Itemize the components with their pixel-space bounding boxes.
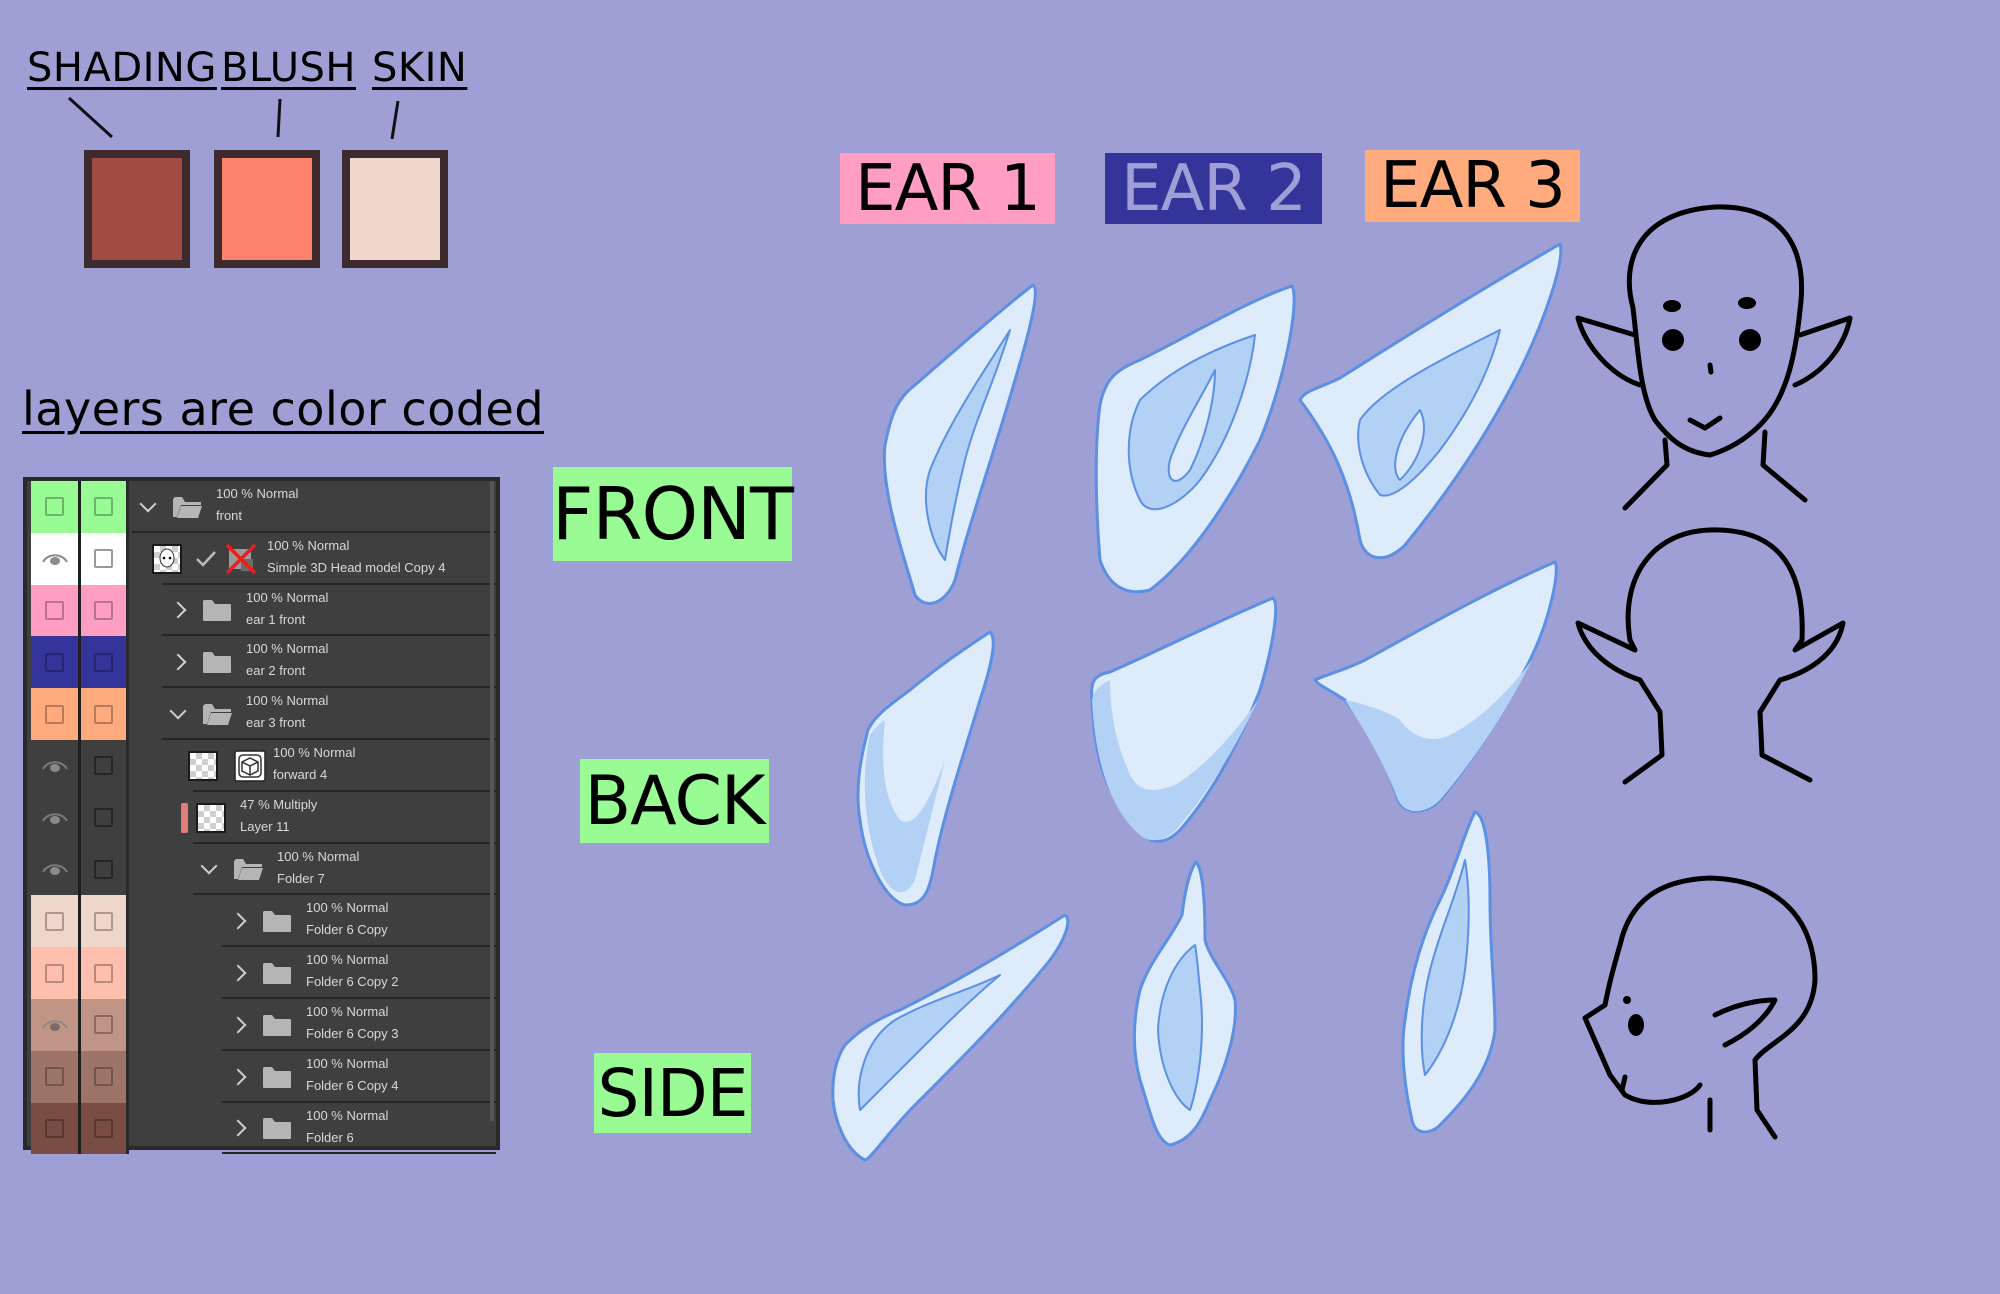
head-front-sketch	[1575, 204, 1853, 511]
head-side-eye	[1623, 996, 1644, 1036]
head-side-sketch	[1582, 875, 1818, 1140]
head-sketches	[1575, 204, 1853, 1140]
head-front-eyes	[1662, 297, 1761, 351]
head-back-sketch	[1575, 527, 1846, 785]
